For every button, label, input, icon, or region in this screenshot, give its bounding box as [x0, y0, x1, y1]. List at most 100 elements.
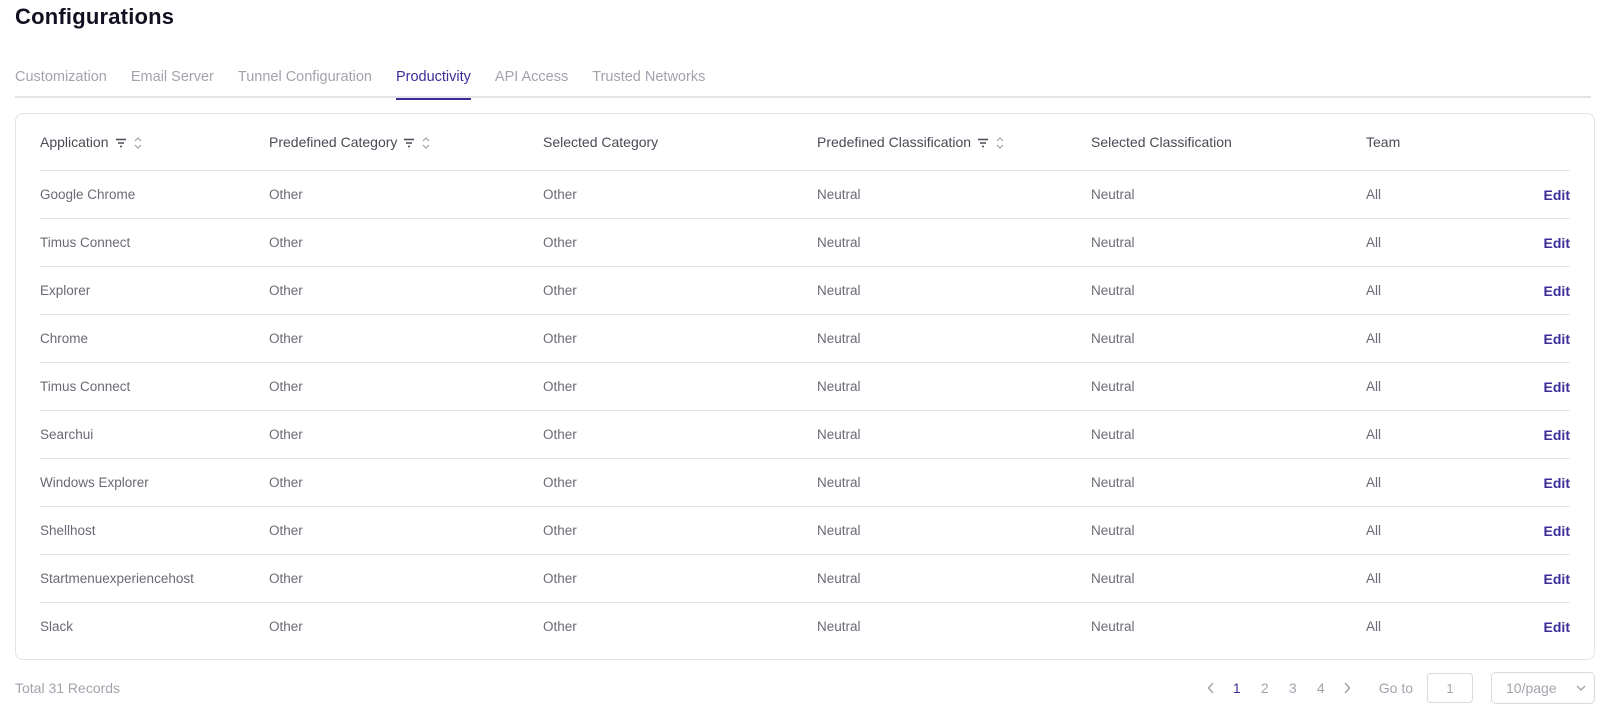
goto-page-input[interactable]: [1427, 673, 1473, 703]
pagination: 1234 Go to 10/page: [1201, 670, 1595, 706]
table-cell: Neutral: [1091, 427, 1135, 442]
table-row: Startmenuexperiencehost Other Other Neutral…: [40, 555, 1570, 603]
table-cell: Other: [269, 619, 303, 634]
table-cell: All: [1366, 619, 1382, 634]
table-row: Slack Other Other Neutral Neutral All Edit: [40, 603, 1570, 651]
edit-button[interactable]: Edit: [1544, 603, 1570, 651]
next-page-button[interactable]: [1337, 682, 1357, 694]
table-cell: Neutral: [817, 427, 861, 442]
table-cell: Google Chrome: [40, 187, 136, 202]
column-header-application: Application: [40, 114, 142, 171]
edit-button[interactable]: Edit: [1544, 459, 1570, 507]
table-cell: All: [1366, 187, 1382, 202]
table-cell: Other: [543, 475, 577, 490]
page-number-2[interactable]: 2: [1251, 680, 1279, 696]
tab-customization[interactable]: Customization: [15, 60, 107, 98]
column-label: Predefined Category: [269, 134, 398, 150]
tab-trusted-networks[interactable]: Trusted Networks: [592, 60, 705, 98]
filter-icon[interactable]: [977, 138, 989, 148]
total-records: Total 31 Records: [15, 680, 121, 696]
edit-button[interactable]: Edit: [1544, 555, 1570, 603]
table-cell: Neutral: [817, 523, 861, 538]
table-cell: Neutral: [817, 283, 861, 298]
column-header-team: Team: [1366, 114, 1400, 171]
edit-button[interactable]: Edit: [1544, 363, 1570, 411]
table-cell: Neutral: [1091, 475, 1135, 490]
edit-button[interactable]: Edit: [1544, 267, 1570, 315]
table-cell: Neutral: [817, 571, 861, 586]
table-cell: Other: [269, 475, 303, 490]
sort-icon[interactable]: [422, 136, 430, 150]
tab-bar: Customization Email Server Tunnel Configur…: [15, 60, 1591, 100]
edit-button[interactable]: Edit: [1544, 507, 1570, 555]
table-cell: Other: [269, 283, 303, 298]
table-cell: Neutral: [1091, 187, 1135, 202]
table-cell: Other: [269, 379, 303, 394]
table-cell: Other: [543, 235, 577, 250]
page-number-4[interactable]: 4: [1307, 680, 1335, 696]
table-cell: Neutral: [1091, 283, 1135, 298]
table-cell: All: [1366, 571, 1382, 586]
table-cell: Neutral: [817, 235, 861, 250]
table-cell: Neutral: [1091, 571, 1135, 586]
sort-icon[interactable]: [134, 136, 142, 150]
table-cell: Other: [269, 331, 303, 346]
table-footer: Total 31 Records 1234 Go to 10/page: [15, 670, 1595, 706]
table-cell: Chrome: [40, 331, 89, 346]
edit-button[interactable]: Edit: [1544, 411, 1570, 459]
table-cell: All: [1366, 235, 1382, 250]
table-header: Application Predefined Category Selected C…: [40, 114, 1570, 171]
table-cell: Other: [543, 283, 577, 298]
column-header-predefined-category: Predefined Category: [269, 114, 430, 171]
chevron-left-icon: [1207, 682, 1214, 694]
filter-icon[interactable]: [403, 138, 415, 148]
page-number-1[interactable]: 1: [1223, 680, 1251, 696]
table-body: Google Chrome Other Other Neutral Neutral All…: [40, 171, 1570, 651]
table-row: Chrome Other Other Neutral Neutral All Edit: [40, 315, 1570, 363]
table-cell: All: [1366, 283, 1382, 298]
edit-button[interactable]: Edit: [1544, 219, 1570, 267]
table-cell: Other: [269, 427, 303, 442]
tab-tunnel-configuration[interactable]: Tunnel Configuration: [238, 60, 372, 98]
productivity-table: Application Predefined Category Selected C…: [15, 113, 1595, 660]
table-row: Explorer Other Other Neutral Neutral All Edit: [40, 267, 1570, 315]
table-cell: Other: [269, 235, 303, 250]
table-cell: Neutral: [1091, 619, 1135, 634]
table-cell: Neutral: [1091, 235, 1135, 250]
page-size-select[interactable]: 10/page: [1491, 672, 1595, 704]
table-row: Shellhost Other Other Neutral Neutral All Edit: [40, 507, 1570, 555]
table-cell: Neutral: [817, 187, 861, 202]
table-cell: Startmenuexperiencehost: [40, 571, 194, 586]
table-cell: Neutral: [1091, 523, 1135, 538]
sort-icon[interactable]: [996, 136, 1004, 150]
table-row: Timus Connect Other Other Neutral Neutral All…: [40, 219, 1570, 267]
table-cell: Explorer: [40, 283, 91, 298]
chevron-right-icon: [1344, 682, 1351, 694]
table-cell: All: [1366, 331, 1382, 346]
table-row: Searchui Other Other Neutral Neutral All Edit: [40, 411, 1570, 459]
table-cell: Other: [269, 187, 303, 202]
chevron-down-icon: [1576, 685, 1586, 691]
goto-label: Go to: [1378, 680, 1413, 696]
table-cell: All: [1366, 523, 1382, 538]
table-cell: Neutral: [817, 331, 861, 346]
table-cell: Other: [543, 427, 577, 442]
tab-api-access[interactable]: API Access: [495, 60, 568, 98]
column-header-selected-classification: Selected Classification: [1091, 114, 1232, 171]
table-row: Windows Explorer Other Other Neutral Neutral…: [40, 459, 1570, 507]
column-label: Predefined Classification: [817, 134, 972, 150]
table-cell: Windows Explorer: [40, 475, 149, 490]
tab-email-server[interactable]: Email Server: [131, 60, 214, 98]
page-number-3[interactable]: 3: [1279, 680, 1307, 696]
prev-page-button[interactable]: [1201, 682, 1221, 694]
tab-productivity[interactable]: Productivity: [395, 60, 471, 100]
table-cell: All: [1366, 427, 1382, 442]
table-cell: Other: [543, 187, 577, 202]
column-label: Selected Classification: [1091, 134, 1232, 150]
edit-button[interactable]: Edit: [1544, 171, 1570, 219]
table-cell: Other: [543, 331, 577, 346]
table-cell: Slack: [40, 619, 74, 634]
table-cell: Neutral: [1091, 331, 1135, 346]
edit-button[interactable]: Edit: [1544, 315, 1570, 363]
filter-icon[interactable]: [115, 138, 127, 148]
